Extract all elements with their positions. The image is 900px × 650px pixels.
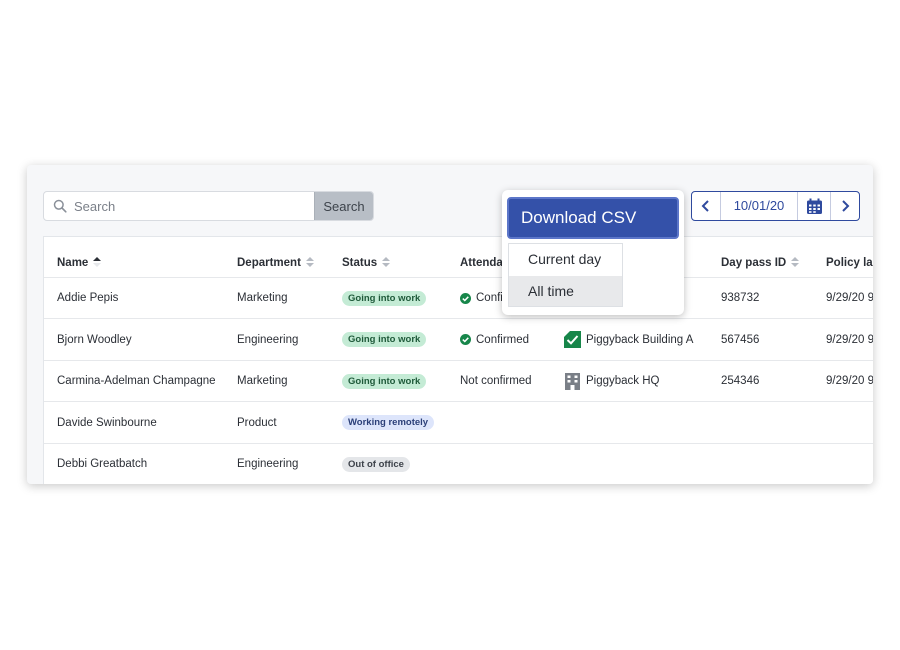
calendar-button[interactable] [797, 192, 830, 220]
department-label: Marketing [237, 375, 288, 387]
attendance-status: Confirmed [476, 333, 530, 346]
cell-status: Working remotely [342, 403, 435, 443]
attendance-status: Not confirmed [460, 375, 532, 387]
search-button[interactable]: Search [314, 192, 373, 220]
table-row[interactable]: Carmina-Adelman Champagne Marketing Going … [44, 361, 873, 402]
cell-attendance: Confirmed [460, 320, 529, 360]
cell-department: Product [237, 403, 277, 443]
search-icon [53, 199, 67, 213]
employee-name: Debbi Greatbatch [57, 458, 148, 470]
check-circle-icon [460, 334, 471, 345]
column-header-attendance[interactable]: Attenda [460, 237, 503, 277]
attendance-card: Search 10/01/20 Name [27, 165, 873, 484]
policy-last-accepted: 9/29/20 9 [826, 375, 873, 387]
menu-item-current-day[interactable]: Current day [509, 244, 622, 274]
column-header-day-pass-id[interactable]: Day pass ID [721, 237, 800, 277]
employee-name: Davide Swinbourne [57, 416, 157, 429]
column-header-name[interactable]: Name [57, 237, 102, 277]
cell-attendance: Not confirmed [460, 361, 532, 401]
column-header-status[interactable]: Status [342, 237, 391, 277]
cell-attendance: Confi [460, 278, 503, 318]
column-header-policy[interactable]: Policy las [826, 237, 873, 277]
cell-policy: 9/29/20 9 [826, 320, 873, 360]
cell-name: Addie Pepis [57, 278, 118, 318]
cell-policy: 9/29/20 9 [826, 361, 873, 401]
building-icon [565, 372, 580, 390]
employee-name: Addie Pepis [57, 292, 119, 304]
cell-name: Debbi Greatbatch [57, 444, 147, 484]
status-badge: Out of office [342, 456, 410, 472]
cell-policy: 9/29/20 9 [826, 278, 873, 318]
calendar-icon [806, 198, 822, 214]
table-row[interactable]: Bjorn Woodley Engineering Going into work C… [44, 320, 873, 361]
download-csv-popover: Download CSV Current day All time [502, 190, 684, 315]
cell-status: Out of office [342, 444, 410, 484]
sort-icon [305, 257, 314, 269]
date-navigator: 10/01/20 [691, 191, 860, 221]
location-name: Piggyback HQ [586, 375, 660, 387]
search-input[interactable] [74, 192, 314, 220]
day-pass-id: 567456 [721, 333, 760, 346]
attendance-status: Confi [476, 292, 503, 304]
chevron-right-icon [842, 200, 850, 212]
sort-icon [382, 257, 391, 269]
sort-icon [791, 257, 800, 269]
column-header-department[interactable]: Department [237, 237, 314, 277]
current-date: 10/01/20 [733, 198, 785, 213]
table-row[interactable]: Addie Pepis Marketing Going into work Confi… [44, 278, 873, 319]
search-bar: Search [43, 191, 374, 221]
cell-day-pass-id: 938732 [721, 278, 759, 318]
chevron-left-icon [701, 200, 709, 212]
check-square-icon [564, 331, 581, 348]
cell-department: Engineering [237, 444, 298, 484]
department-label: Engineering [237, 333, 299, 346]
day-pass-id: 938732 [721, 292, 760, 304]
cell-name: Bjorn Woodley [57, 320, 132, 360]
employee-name: Carmina-Adelman Champagne [57, 375, 216, 387]
policy-last-accepted: 9/29/20 9 [826, 292, 873, 304]
next-day-button[interactable] [830, 192, 859, 220]
cell-name: Carmina-Adelman Champagne [57, 361, 216, 401]
day-pass-id: 254346 [721, 375, 760, 387]
cell-department: Marketing [237, 278, 288, 318]
cell-day-pass-id: 567456 [721, 320, 759, 360]
employee-name: Bjorn Woodley [57, 333, 132, 346]
status-badge: Working remotely [342, 415, 435, 430]
table-header: Name Department Status Attenda Day pass … [44, 237, 873, 278]
department-label: Engineering [237, 458, 299, 470]
policy-last-accepted: 9/29/20 9 [826, 333, 873, 346]
status-badge: Going into work [342, 290, 427, 306]
download-range-menu: Current day All time [508, 243, 623, 307]
cell-name: Davide Swinbourne [57, 403, 157, 443]
sort-ascending-icon [93, 257, 102, 269]
location-name: Piggyback Building A [586, 333, 694, 346]
table-row[interactable]: Debbi Greatbatch Engineering Out of office [44, 444, 873, 484]
cell-day-pass-id: 254346 [721, 361, 759, 401]
previous-day-button[interactable] [692, 192, 721, 220]
check-circle-icon [460, 292, 471, 304]
status-badge: Going into work [342, 332, 427, 347]
cell-status: Going into work [342, 320, 427, 360]
cell-location: Piggyback Building A [564, 320, 693, 360]
download-csv-button[interactable]: Download CSV [507, 197, 679, 239]
cell-department: Engineering [237, 320, 298, 360]
cell-location: Piggyback HQ [564, 361, 660, 401]
table-row[interactable]: Davide Swinbourne Product Working remotely [44, 403, 873, 444]
status-badge: Going into work [342, 373, 427, 389]
menu-item-all-time[interactable]: All time [509, 276, 622, 306]
department-label: Marketing [237, 292, 288, 304]
attendance-table: Name Department Status Attenda Day pass … [43, 236, 873, 484]
cell-status: Going into work [342, 278, 427, 318]
cell-department: Marketing [237, 361, 288, 401]
department-label: Product [237, 416, 277, 429]
cell-status: Going into work [342, 361, 427, 401]
